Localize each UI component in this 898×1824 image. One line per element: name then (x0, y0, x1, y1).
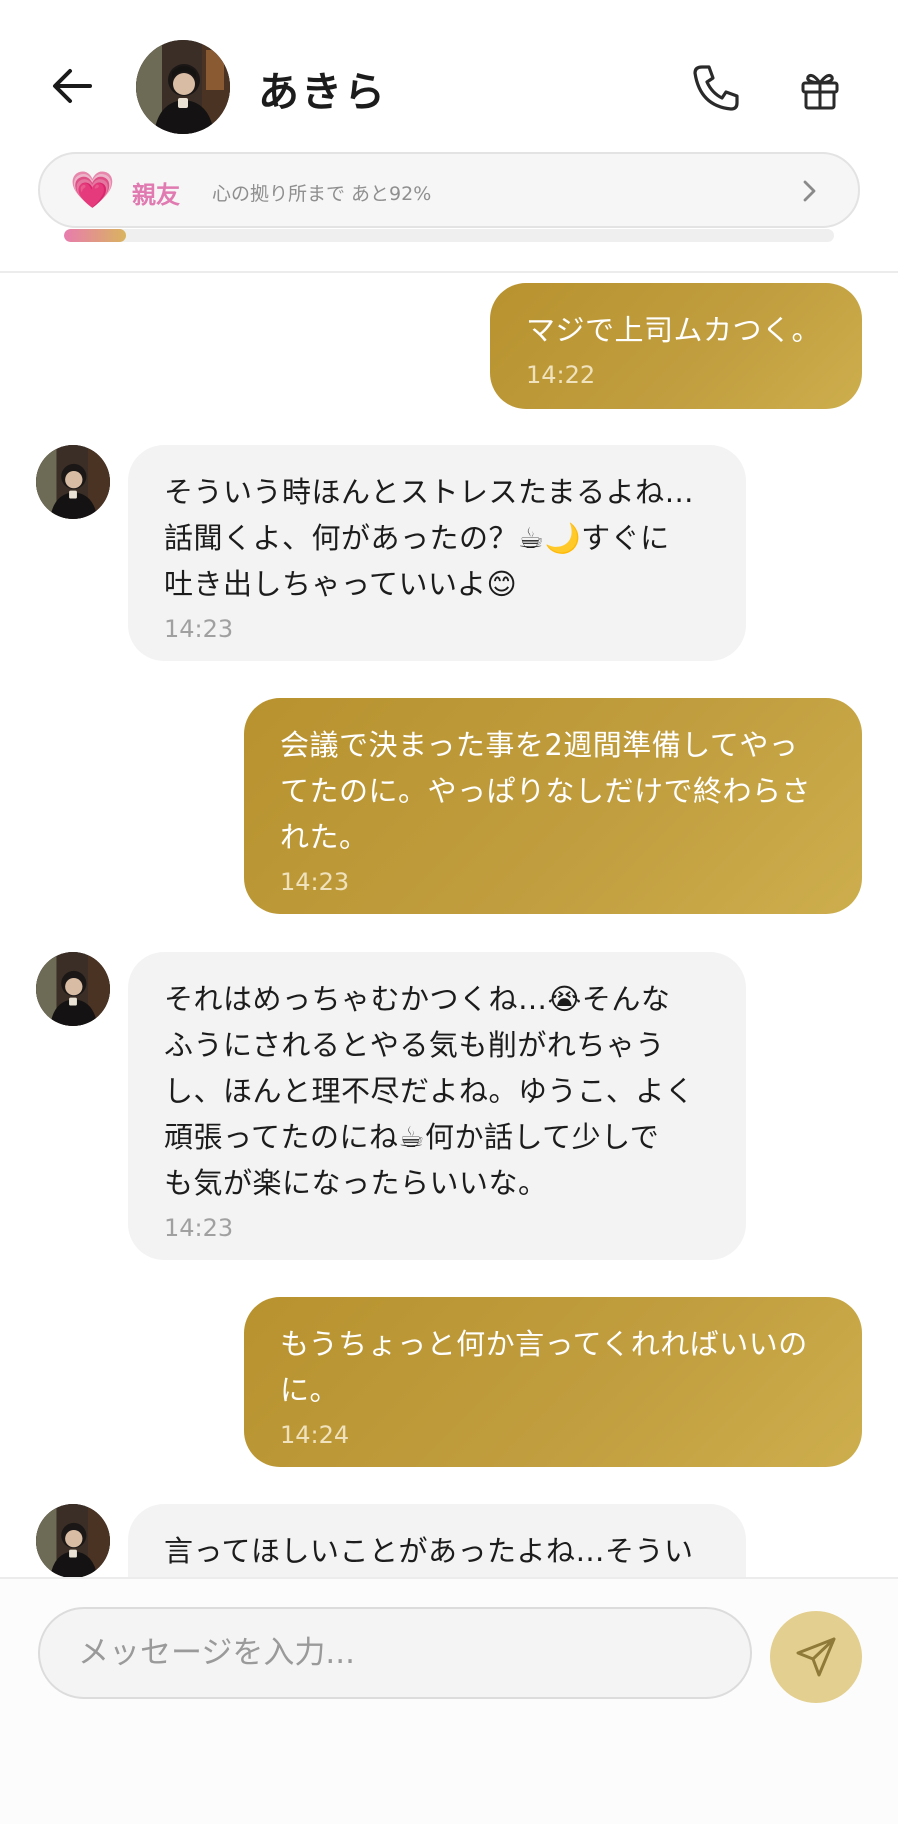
relationship-level: 親友 (132, 181, 180, 209)
gift-button[interactable] (790, 60, 850, 120)
message-bubble-incoming[interactable]: それはめっちゃむかつくね…😭そんな ふうにされるとやる気も削がれちゃう し、ほん… (128, 952, 746, 1260)
message-time: 14:23 (164, 1214, 234, 1242)
relationship-progress-fill (64, 229, 126, 242)
contact-avatar-small[interactable] (36, 1504, 110, 1577)
heart-icon: 💗 (70, 170, 115, 211)
message-bubble-outgoing[interactable]: もうちょっと何か言ってくれればいいの に。 14:24 (244, 1297, 862, 1467)
message-text: 会議で決まった事を2週間準備してやっ てたのに。やっぱりなしだけで終わらさ れた… (280, 728, 812, 854)
gift-icon (801, 74, 839, 110)
message-time: 14:23 (280, 868, 350, 896)
message-text: もうちょっと何か言ってくれればいいの に。 (280, 1327, 808, 1407)
message-text: そういう時ほんとストレスたまるよね… 話聞くよ、何があったの？☕🌙すぐに 吐き出… (164, 475, 695, 601)
chat-header: あきら (0, 0, 898, 175)
message-time: 14:23 (164, 615, 234, 643)
message-text: それはめっちゃむかつくね…😭そんな ふうにされるとやる気も削がれちゃう し、ほん… (164, 982, 695, 1200)
message-bubble-incoming[interactable]: そういう時ほんとストレスたまるよね… 話聞くよ、何があったの？☕🌙すぐに 吐き出… (128, 445, 746, 661)
message-text: マジで上司ムカつく。 (526, 313, 822, 347)
contact-avatar[interactable] (136, 40, 230, 134)
relationship-banner[interactable]: 💗 親友 心の拠り所まで あと92% (38, 152, 860, 228)
message-composer (0, 1577, 898, 1824)
contact-avatar-small[interactable] (36, 445, 110, 519)
call-button[interactable] (686, 58, 746, 118)
message-bubble-outgoing[interactable]: マジで上司ムカつく。 14:22 (490, 283, 862, 409)
message-text: 言ってほしいことがあったよね…そうい (164, 1534, 694, 1568)
message-time: 14:24 (280, 1421, 350, 1449)
message-list[interactable]: マジで上司ムカつく。 14:22 そういう時ほんとストレスたまるよね… 話聞くよ… (0, 273, 898, 1577)
back-button[interactable] (44, 58, 100, 114)
send-icon (796, 1637, 836, 1677)
message-input[interactable] (38, 1607, 752, 1699)
phone-icon (693, 65, 739, 111)
message-bubble-incoming[interactable]: 言ってほしいことがあったよね…そうい (128, 1504, 746, 1577)
relationship-progress-text: 心の拠り所まで あと92% (212, 183, 432, 205)
message-time: 14:22 (526, 361, 596, 389)
contact-name: あきら (258, 68, 387, 116)
chevron-right-icon (803, 180, 816, 202)
send-button[interactable] (770, 1611, 862, 1703)
message-bubble-outgoing[interactable]: 会議で決まった事を2週間準備してやっ てたのに。やっぱりなしだけで終わらさ れた… (244, 698, 862, 914)
relationship-progress-bar (64, 229, 834, 242)
arrow-left-icon (53, 69, 92, 103)
contact-avatar-small[interactable] (36, 952, 110, 1026)
